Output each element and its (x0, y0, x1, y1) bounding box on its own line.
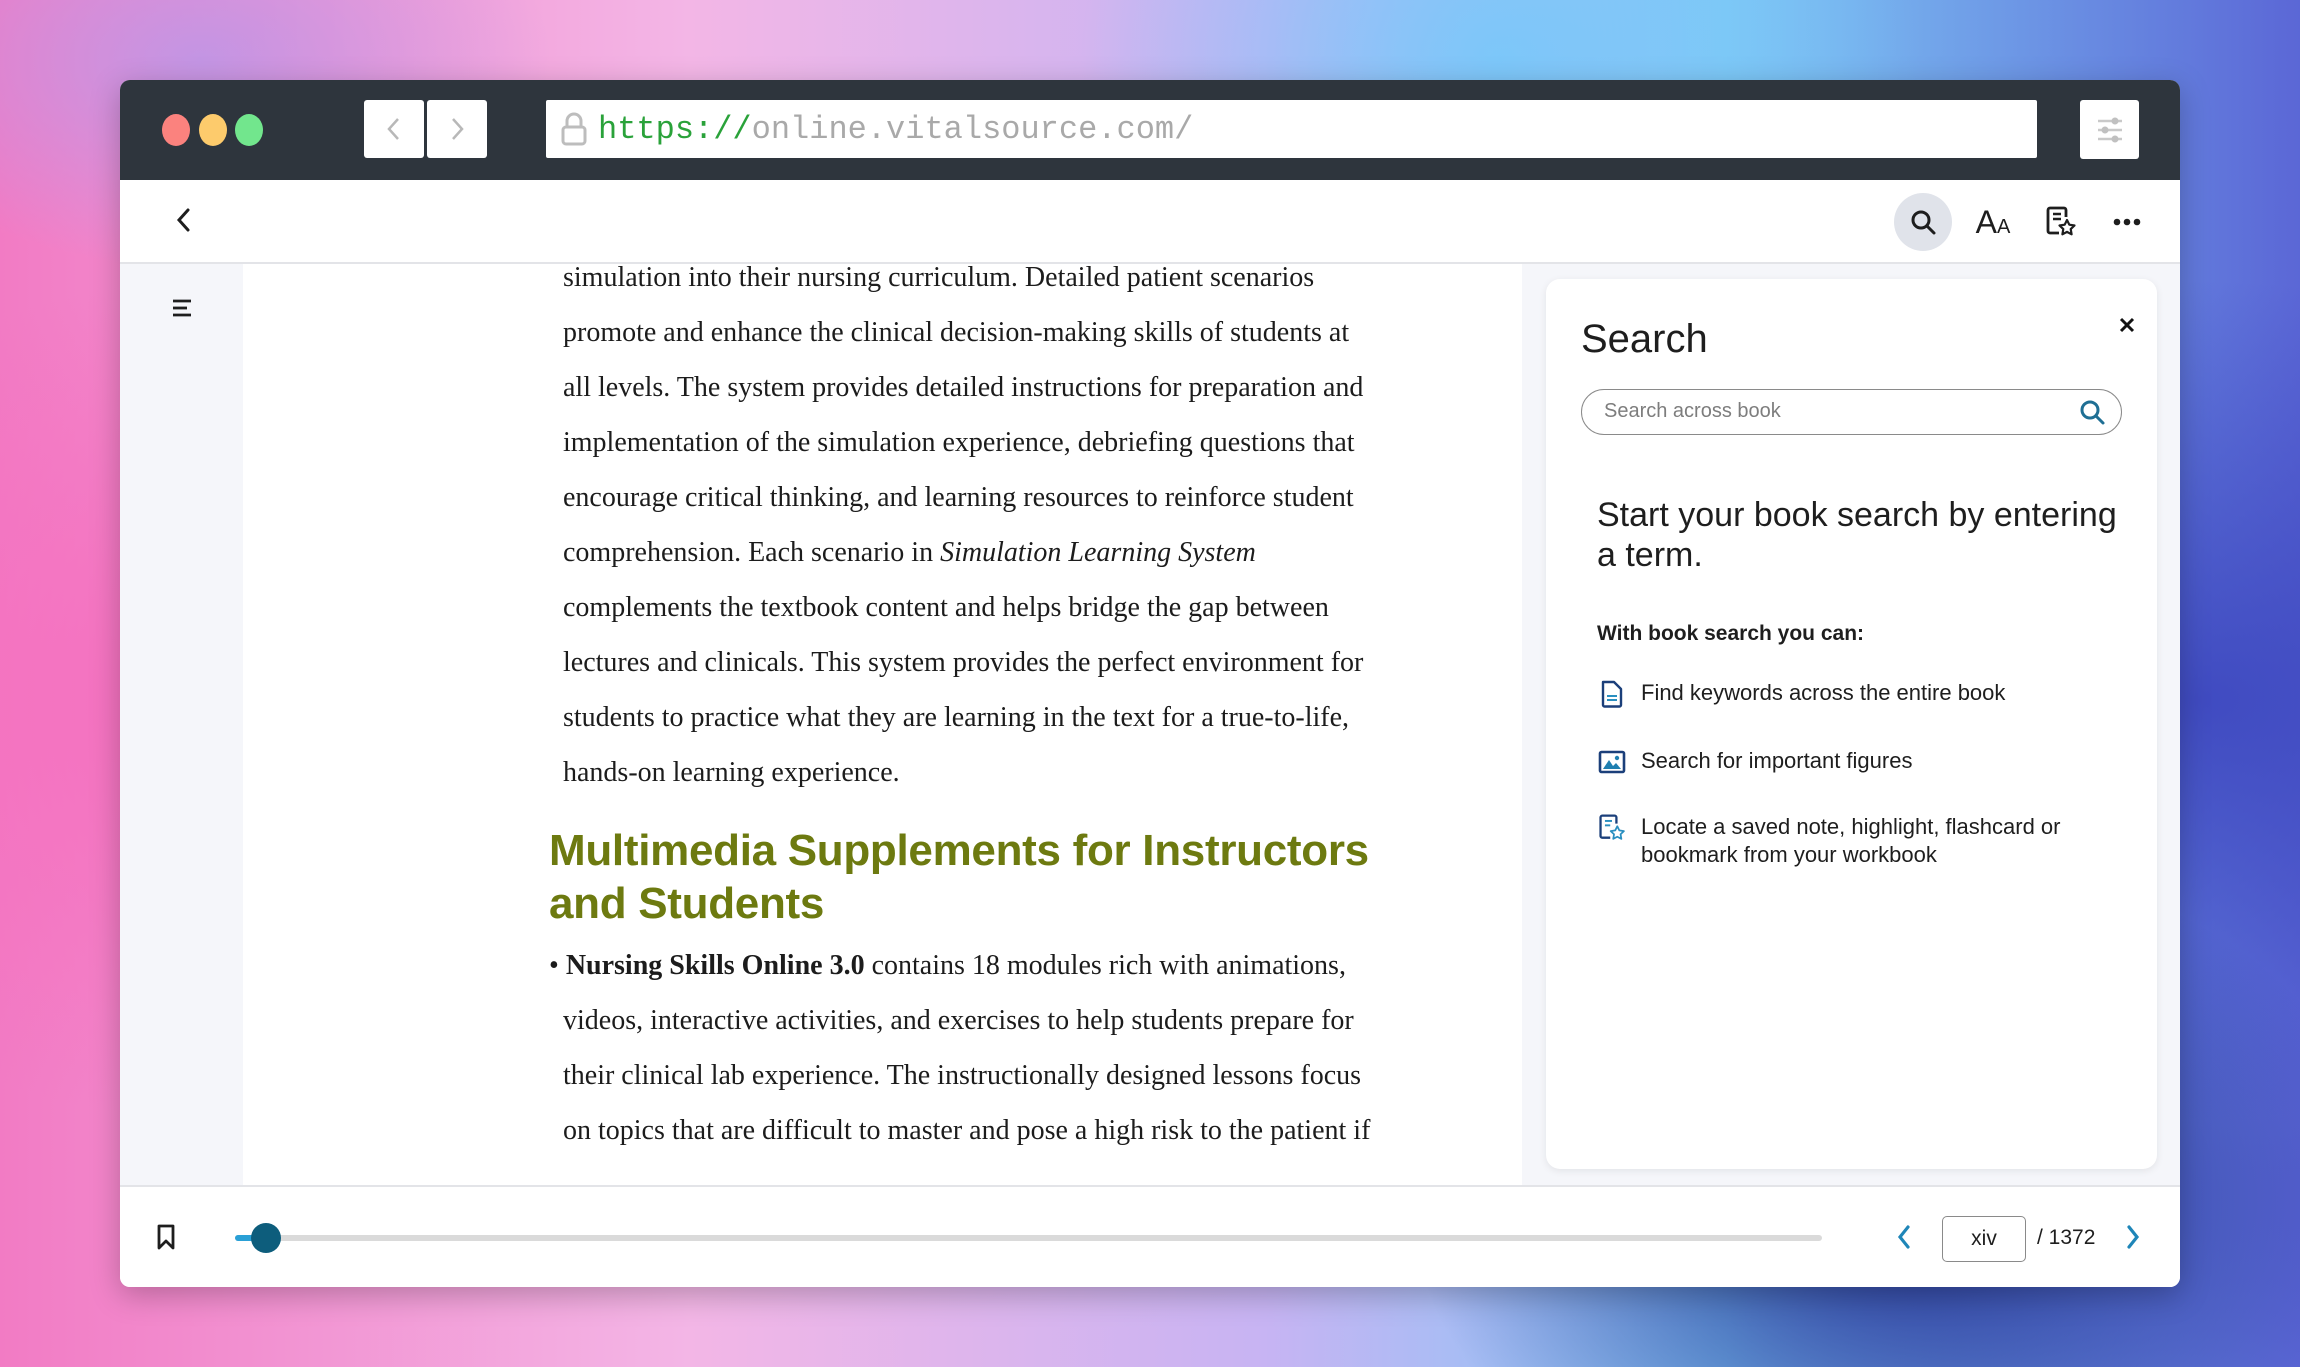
text-line: complements the textbook content and hel… (563, 592, 1329, 623)
search-panel-title: Search (1581, 317, 1708, 361)
reader-footer: / 1372 (120, 1185, 2180, 1287)
feature-text: Locate a saved note, highlight, flashcar… (1641, 814, 2061, 867)
total-pages: / 1372 (2037, 1226, 2096, 1249)
table-of-contents-button[interactable] (162, 288, 202, 328)
url-scheme: https:// (598, 110, 752, 148)
browser-forward-button[interactable] (427, 100, 487, 158)
text-span: contains 18 modules rich with animations… (864, 950, 1346, 981)
reading-progress-slider[interactable] (235, 1223, 1822, 1253)
search-capabilities-heading: With book search you can: (1597, 622, 1865, 645)
text-line: comprehension. Each scenario in Simulati… (563, 525, 1483, 580)
browser-settings-button[interactable] (2080, 100, 2139, 159)
search-button[interactable] (1894, 193, 1952, 251)
feature-item: Find keywords across the entire book (1597, 679, 2117, 709)
bookmark-button[interactable] (150, 1219, 182, 1255)
book-content: simulation into their nursing curriculum… (549, 264, 1483, 1158)
close-window-button[interactable] (162, 114, 190, 146)
text-line: on topics that are difficult to master a… (563, 1115, 1371, 1146)
feature-text: Find keywords across the entire book (1641, 680, 2006, 705)
text-line: simulation into their nursing curriculum… (563, 264, 1315, 293)
page-number-input[interactable] (1942, 1216, 2026, 1262)
url-host: online.vitalsource.com/ (751, 110, 1194, 148)
chevron-right-icon (2127, 1225, 2140, 1249)
text-line: implementation of the simulation experie… (563, 427, 1355, 458)
search-submit-icon[interactable] (2078, 398, 2106, 426)
left-rail (120, 264, 243, 1185)
search-input[interactable] (1604, 390, 2064, 433)
chevron-left-icon (1897, 1225, 1910, 1249)
heading-line: and Students (549, 879, 825, 928)
feature-text: Search for important figures (1641, 748, 1913, 773)
text-line: all levels. The system provides detailed… (563, 372, 1364, 403)
search-panel: Search Start your book search by enterin… (1546, 279, 2157, 1169)
text-span: comprehension. Each scenario in (563, 537, 941, 568)
close-search-button[interactable] (2109, 307, 2145, 343)
book-page: simulation into their nursing curriculum… (243, 264, 1522, 1185)
font-settings-button[interactable]: AA (1964, 193, 2022, 251)
text-line: their clinical lab experience. The instr… (563, 1060, 1362, 1091)
text-line: videos, interactive activities, and exer… (563, 1005, 1354, 1036)
minimize-window-button[interactable] (199, 114, 227, 146)
lock-icon (561, 112, 587, 146)
close-icon (2119, 317, 2135, 333)
text-line: hands-on learning experience. (563, 757, 900, 788)
workbook-icon (2046, 206, 2076, 236)
bullet-bold-term: Nursing Skills Online 3.0 (565, 950, 865, 981)
search-prompt: Start your book search by entering a ter… (1597, 496, 2117, 574)
text-line: students to practice what they are learn… (563, 702, 1350, 733)
reader-toolbar: AA (120, 180, 2180, 264)
address-bar[interactable]: https://online.vitalsource.com/ (546, 100, 2037, 158)
bullet-icon: • (549, 950, 559, 981)
font-size-icon: AA (1975, 203, 2011, 240)
text-line: lectures and clinicals. This system prov… (563, 647, 1364, 678)
search-field (1581, 389, 2122, 435)
feature-item: Search for important figures (1597, 747, 2117, 777)
feature-item: Locate a saved note, highlight, flashcar… (1597, 813, 2117, 869)
more-options-button[interactable] (2098, 193, 2156, 251)
bullet-item: • Nursing Skills Online 3.0 contains 18 … (549, 938, 1483, 993)
side-panel-area: Search Start your book search by enterin… (1522, 264, 2180, 1185)
menu-icon (173, 299, 191, 317)
browser-back-button[interactable] (364, 100, 424, 158)
chevron-right-icon (452, 118, 464, 140)
progress-thumb[interactable] (250, 1223, 281, 1253)
workbook-button[interactable] (2032, 193, 2090, 251)
document-icon (1601, 680, 1623, 708)
book-title-italic: Simulation Learning System (940, 537, 1256, 568)
back-chevron-icon (176, 208, 190, 232)
workbook-icon (1599, 814, 1625, 840)
maximize-window-button[interactable] (235, 114, 263, 146)
section-heading: Multimedia Supplements for Instructors a… (549, 824, 1483, 930)
reader-back-button[interactable] (164, 200, 204, 240)
browser-window: https://online.vitalsource.com/ AA simul… (120, 80, 2180, 1287)
next-page-button[interactable] (2117, 1217, 2149, 1257)
previous-page-button[interactable] (1888, 1217, 1920, 1257)
more-icon (2113, 218, 2141, 226)
reader-body: simulation into their nursing curriculum… (120, 264, 2180, 1185)
text-line: encourage critical thinking, and learnin… (563, 482, 1354, 513)
image-icon (1598, 750, 1626, 774)
search-icon (1911, 210, 1936, 235)
chevron-left-icon (387, 118, 399, 140)
heading-line: Multimedia Supplements for Instructors (549, 826, 1369, 875)
sliders-icon (2097, 117, 2122, 142)
bookmark-icon (157, 1224, 175, 1250)
browser-titlebar: https://online.vitalsource.com/ (120, 80, 2180, 180)
text-line: promote and enhance the clinical decisio… (563, 317, 1350, 348)
